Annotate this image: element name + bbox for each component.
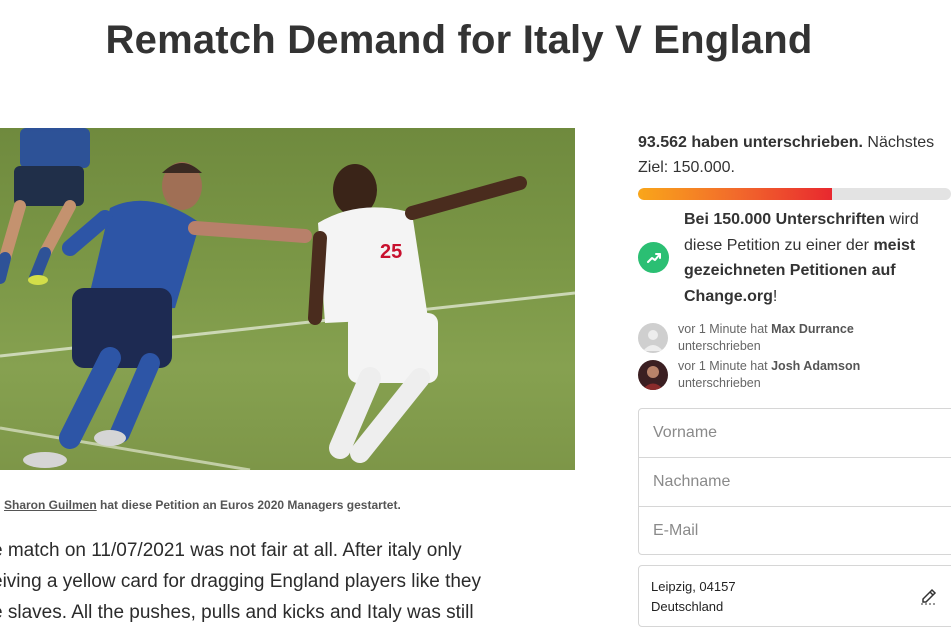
description-line: e slaves. All the pushes, pulls and kick… [0, 602, 474, 623]
signer-prefix: vor 1 Minute hat [678, 322, 772, 336]
signature-form [638, 408, 951, 555]
signer-prefix: vor 1 Minute hat [678, 359, 772, 373]
milestone-bold-1: Bei 150.000 Unterschriften [684, 211, 885, 228]
first-name-field-wrapper [639, 409, 951, 458]
starter-text: hat diese Petition an Euros 2020 Manager… [96, 498, 401, 512]
avatar [638, 360, 668, 390]
signature-count: 93.562 haben unterschrieben. Nächstes Zi… [638, 130, 948, 180]
petition-starter-line: Sharon Guilmen hat diese Petition an Eur… [4, 498, 401, 512]
shirt-number: 25 [380, 241, 402, 263]
signature-progress-bar [638, 188, 951, 200]
petition-description: e match on 11/07/2021 was not fair at al… [0, 535, 567, 628]
email-field-wrapper [639, 507, 951, 555]
milestone-message: Bei 150.000 Unterschriften wird diese Pe… [684, 207, 944, 309]
starter-author-link[interactable]: Sharon Guilmen [4, 498, 97, 512]
email-input[interactable] [651, 521, 951, 541]
signer-name: Max Durrance [771, 322, 854, 336]
recent-signer-text: vor 1 Minute hat Max Durrance unterschri… [678, 321, 854, 355]
signature-count-value: 93.562 haben unterschrieben. [638, 134, 863, 151]
location-box[interactable]: Leipzig, 04157 Deutschland [638, 565, 951, 627]
page-title: Rematch Demand for Italy V England [105, 18, 813, 62]
football-scene-illustration: 25 [0, 128, 575, 470]
milestone-text-2: ! [772, 287, 778, 305]
petition-image: 25 [0, 128, 575, 470]
signer-name: Josh Adamson [771, 359, 861, 373]
recent-signer-item: vor 1 Minute hat Josh Adamson unterschri… [638, 358, 948, 394]
signer-suffix: unterschrieben [678, 339, 761, 353]
avatar-placeholder-icon [638, 323, 668, 353]
signature-progress-fill [638, 188, 833, 200]
recent-signer-text: vor 1 Minute hat Josh Adamson unterschri… [678, 358, 860, 392]
last-name-input[interactable] [651, 472, 951, 492]
location-city: Leipzig, 04157 [651, 579, 736, 594]
description-line: e match on 11/07/2021 was not fair at al… [0, 540, 462, 561]
last-name-field-wrapper [639, 458, 951, 507]
recent-signer-item: vor 1 Minute hat Max Durrance unterschri… [638, 321, 948, 357]
first-name-input[interactable] [651, 423, 951, 443]
edit-icon[interactable] [919, 586, 939, 606]
description-line: eiving a yellow card for dragging Englan… [0, 571, 481, 592]
signer-suffix: unterschrieben [678, 376, 761, 390]
location-country: Deutschland [651, 599, 724, 614]
trending-up-icon [638, 242, 669, 273]
